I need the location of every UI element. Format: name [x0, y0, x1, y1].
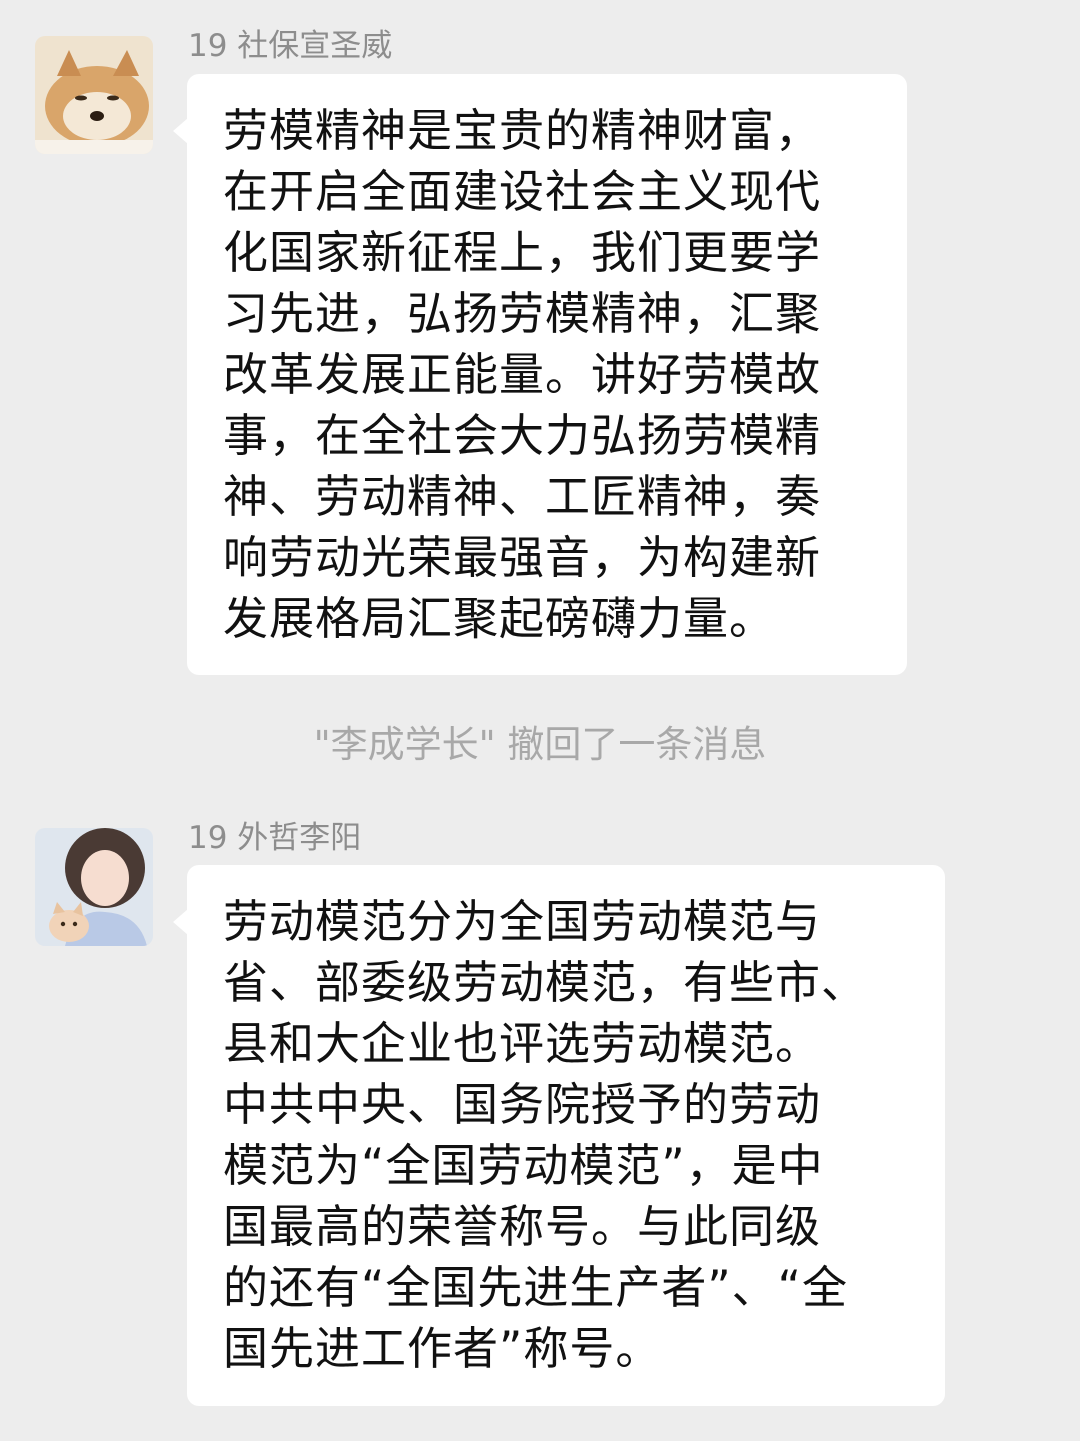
shiba-dog-icon	[35, 36, 153, 154]
sender-name: 19 社保宣圣威	[188, 28, 393, 64]
message-line: 国最高的荣誉称号。与此同级	[223, 1200, 822, 1253]
message-line: 在开启全面建设社会主义现代	[223, 165, 822, 218]
message-line: 县和大企业也评选劳动模范。	[223, 1017, 822, 1070]
message-line: 化国家新征程上，我们更要学	[223, 226, 822, 279]
recall-notice: "李成学长" 撤回了一条消息	[313, 723, 767, 766]
message-line: 响劳动光荣最强音，为构建新	[223, 531, 822, 584]
sender-avatar[interactable]	[35, 36, 153, 154]
message-line: 劳动模范分为全国劳动模范与	[223, 895, 822, 948]
message-line: 习先进，弘扬劳模精神，汇聚	[223, 287, 822, 340]
message-line: 国先进工作者”称号。	[223, 1322, 662, 1375]
girl-with-cat-icon	[35, 828, 153, 946]
sender-name: 19 外哲李阳	[188, 820, 362, 856]
message-line: 省、部委级劳动模范，有些市、	[223, 956, 868, 1009]
message-bubble[interactable]: 劳动模范分为全国劳动模范与 省、部委级劳动模范，有些市、 县和大企业也评选劳动模…	[173, 865, 945, 1406]
message-line: 改革发展正能量。讲好劳模故	[223, 348, 822, 401]
sender-avatar[interactable]	[35, 828, 153, 946]
message-line: 模范为“全国劳动模范”，是中	[223, 1139, 824, 1192]
message-line: 劳模精神是宝贵的精神财富，	[223, 104, 822, 157]
message-line: 事，在全社会大力弘扬劳模精	[223, 409, 822, 462]
message-line: 神、劳动精神、工匠精神，奏	[223, 470, 822, 523]
message-line: 中共中央、国务院授予的劳动	[223, 1078, 822, 1131]
message-line: 发展格局汇聚起磅礴力量。	[223, 592, 776, 645]
message-bubble[interactable]: 劳模精神是宝贵的精神财富， 在开启全面建设社会主义现代 化国家新征程上，我们更要…	[173, 74, 907, 675]
message-line: 的还有“全国先进生产者”、“全	[223, 1261, 848, 1314]
